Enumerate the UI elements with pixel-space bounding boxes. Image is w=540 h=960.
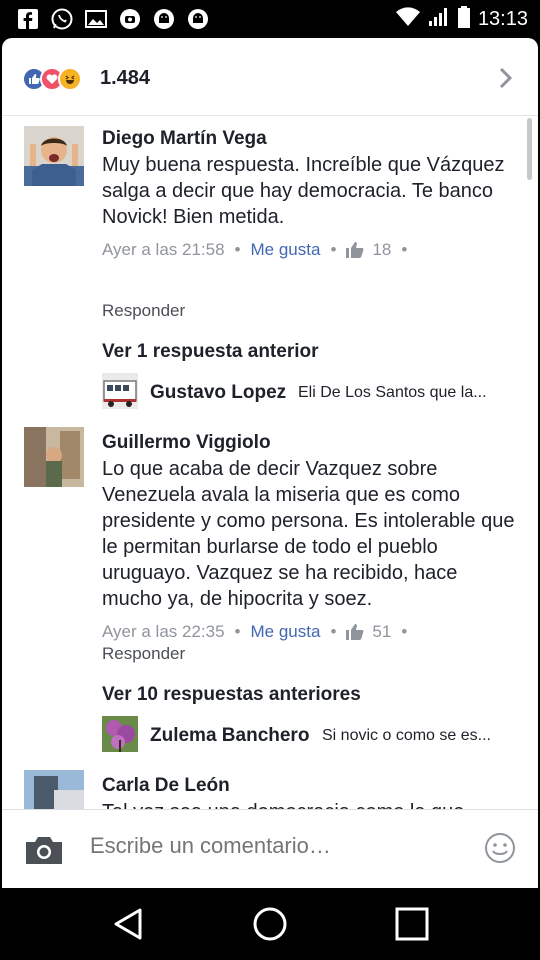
avatar[interactable] <box>102 716 138 752</box>
comment-input[interactable] <box>90 833 460 859</box>
emoji-icon[interactable] <box>484 832 516 869</box>
status-bar: 13:13 <box>0 0 540 38</box>
comments-list: Diego Martín Vega Muy buena respuesta. I… <box>2 116 538 809</box>
haha-reaction-icon <box>58 67 82 91</box>
separator: • <box>330 622 337 641</box>
comment-timestamp: Ayer a las 21:58 <box>102 240 225 259</box>
separator: • <box>401 240 408 259</box>
clock: 13:13 <box>477 8 528 30</box>
line-icon <box>118 7 142 31</box>
comment-author[interactable]: Guillermo Viggiolo <box>102 432 271 454</box>
android-icon <box>186 7 210 31</box>
separator: • <box>330 240 337 259</box>
avatar[interactable] <box>24 126 84 186</box>
facebook-icon <box>16 7 40 31</box>
home-icon[interactable] <box>252 906 288 942</box>
reply-text: Eli De Los Santos que la... <box>298 384 487 401</box>
scrollbar[interactable] <box>527 118 532 180</box>
avatar[interactable] <box>102 373 138 409</box>
reactions-bar[interactable]: 1.484 <box>2 38 538 116</box>
comment-author[interactable]: Carla De León <box>102 775 230 797</box>
like-count[interactable]: 18 <box>372 240 391 260</box>
system-nav-bar <box>0 888 540 960</box>
comment-text: Lo que acaba de decir Vazquez sobre Vene… <box>102 458 515 610</box>
comment-author[interactable]: Diego Martín Vega <box>102 128 267 150</box>
system-status: 13:13 <box>395 6 528 33</box>
chevron-right-icon[interactable] <box>498 66 514 95</box>
like-count[interactable]: 51 <box>372 622 391 642</box>
thumbs-up-icon <box>346 242 364 258</box>
like-button[interactable]: Me gusta <box>251 240 321 260</box>
whatsapp-icon <box>50 7 74 31</box>
comment-text: Muy buena respuesta. Increíble que Vázqu… <box>102 154 505 228</box>
wifi-icon <box>395 7 420 32</box>
separator: • <box>401 622 408 641</box>
reaction-icons <box>22 67 82 91</box>
camera-icon[interactable] <box>24 834 64 871</box>
reply-author[interactable]: Zulema Banchero <box>150 725 309 747</box>
view-previous-replies[interactable]: Ver 10 respuestas anteriores <box>102 684 361 706</box>
view-previous-replies[interactable]: Ver 1 respuesta anterior <box>102 341 319 363</box>
separator: • <box>234 622 241 641</box>
reaction-count: 1.484 <box>100 67 151 89</box>
reply-text: Si novic o como se es... <box>322 727 491 744</box>
comment-text: Tal vez sea una democracia como la que c… <box>102 799 522 809</box>
avatar[interactable] <box>24 770 84 809</box>
comment-meta: Ayer a las 22:35 • Me gusta • 51 • <box>102 622 417 642</box>
comment-timestamp: Ayer a las 22:35 <box>102 622 225 641</box>
reply-button[interactable]: Responder <box>102 644 185 664</box>
like-button[interactable]: Me gusta <box>251 622 321 642</box>
notification-icons <box>16 7 210 31</box>
avatar[interactable] <box>24 427 84 487</box>
battery-icon <box>457 6 470 33</box>
reply-author[interactable]: Gustavo Lopez <box>150 382 286 404</box>
signal-icon <box>428 7 450 32</box>
thumbs-up-icon <box>346 624 364 640</box>
comment-meta: Ayer a las 21:58 • Me gusta • 18 • <box>102 240 417 260</box>
recents-icon[interactable] <box>394 906 430 942</box>
comments-panel: 1.484 Diego Martín Vega Muy buena respue… <box>2 38 538 888</box>
android-icon <box>152 7 176 31</box>
back-icon[interactable] <box>110 906 146 942</box>
separator: • <box>234 240 241 259</box>
gallery-icon <box>84 7 108 31</box>
comment-composer <box>2 809 538 888</box>
reply-button[interactable]: Responder <box>102 301 185 321</box>
